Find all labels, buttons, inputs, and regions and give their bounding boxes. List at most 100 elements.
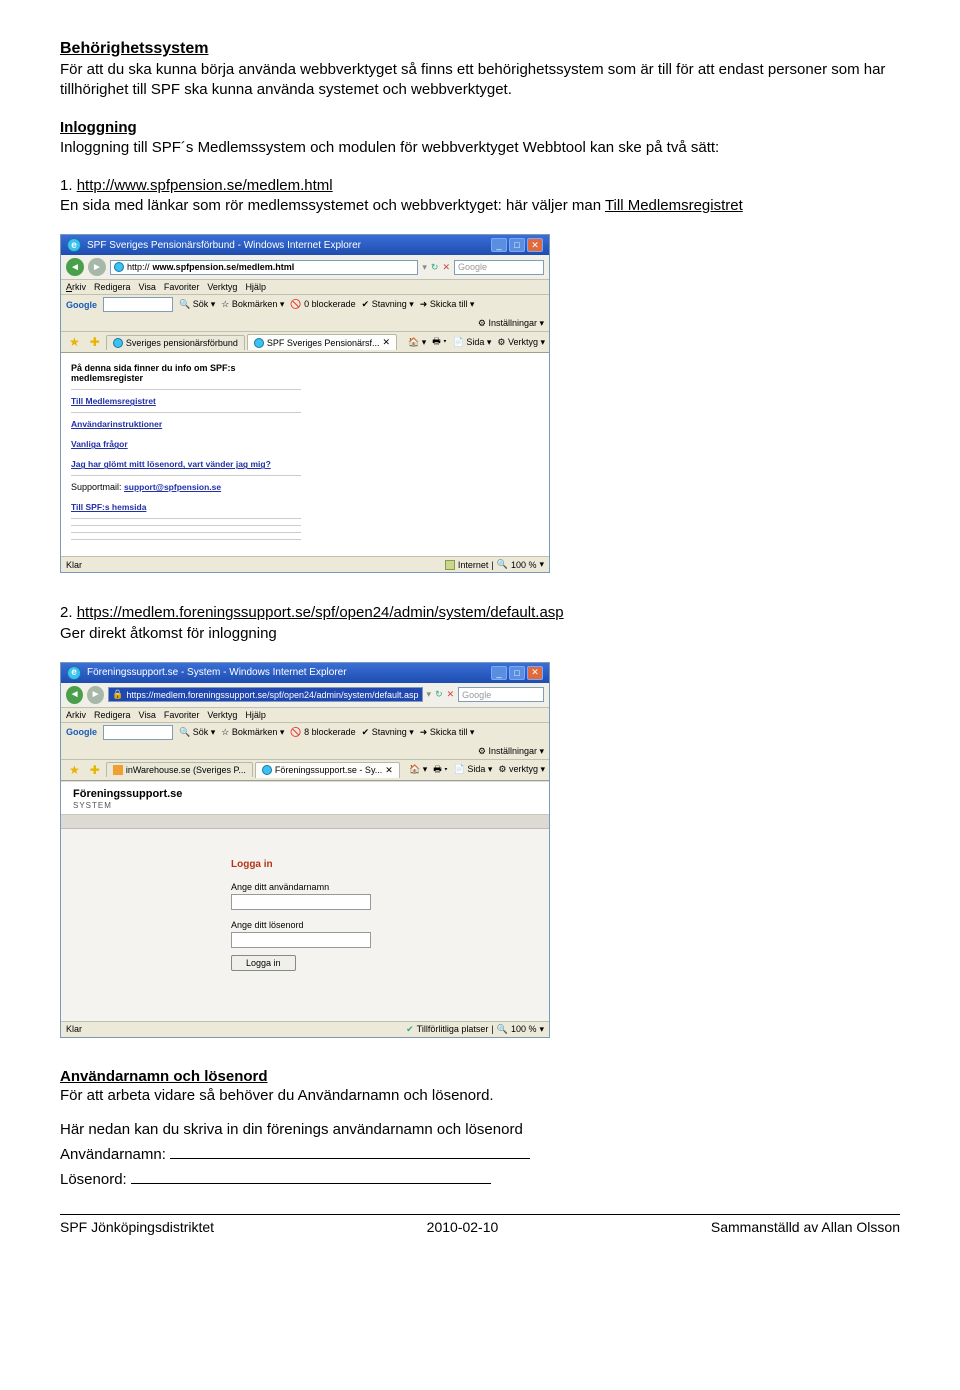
btn-blockerade[interactable]: 🚫 8 blockerade bbox=[290, 727, 355, 738]
menubar[interactable]: Arkiv Redigera Visa Favoriter Verktyg Hj… bbox=[61, 280, 549, 295]
tab-1[interactable]: Sveriges pensionärsförbund bbox=[106, 335, 245, 350]
globe-icon bbox=[445, 560, 455, 570]
status-zone: Internet bbox=[458, 560, 489, 570]
login-button[interactable]: Logga in bbox=[231, 955, 296, 971]
menu-verktyg[interactable]: Verktyg bbox=[207, 282, 237, 292]
page-icon bbox=[114, 262, 124, 272]
btn-sok[interactable]: 🔍 Sök ▾ bbox=[179, 727, 215, 738]
google-search-input[interactable] bbox=[103, 297, 173, 312]
google-label: Google bbox=[66, 727, 97, 737]
panel-heading: På denna sida finner du info om SPF:s me… bbox=[71, 363, 301, 383]
tool-verktyg[interactable]: ⚙ verktyg ▾ bbox=[498, 764, 545, 775]
label-password: Lösenord: bbox=[60, 1171, 127, 1188]
zoom-icon[interactable]: 🔍 bbox=[497, 559, 508, 570]
tab-2[interactable]: Föreningssupport.se - Sy... ✕ bbox=[255, 762, 400, 778]
option-2: 2. https://medlem.foreningssupport.se/sp… bbox=[60, 603, 900, 644]
tool-verktyg[interactable]: ⚙ Verktyg ▾ bbox=[497, 337, 545, 348]
add-favorite-icon[interactable]: ✚ bbox=[86, 763, 104, 777]
maximize-button[interactable]: □ bbox=[509, 666, 525, 680]
address-input[interactable]: http://www.spfpension.se/medlem.html bbox=[110, 260, 418, 275]
menu-redigera[interactable]: Redigera bbox=[94, 282, 131, 292]
btn-skicka[interactable]: ➜ Skicka till ▾ bbox=[420, 727, 475, 738]
menu-redigera[interactable]: Redigera bbox=[94, 710, 131, 720]
menu-hjalp[interactable]: Hjälp bbox=[245, 282, 266, 292]
tool-home-icon[interactable]: 🏠 ▾ bbox=[409, 764, 427, 775]
opt1-num: 1. bbox=[60, 177, 77, 194]
btn-blockerade[interactable]: 🚫 0 blockerade bbox=[290, 299, 355, 310]
tool-sida[interactable]: 📄 Sida ▾ bbox=[454, 764, 493, 775]
btn-skicka[interactable]: ➜ Skicka till ▾ bbox=[420, 299, 475, 310]
tabbar: ★ ✚ inWarehouse.se (Sveriges P... Föreni… bbox=[61, 760, 549, 781]
heading-inloggning: Inloggning bbox=[60, 119, 900, 136]
statusbar: Klar Internet | 🔍 100 % ▾ bbox=[61, 556, 549, 572]
titlebar[interactable]: e SPF Sveriges Pensionärsförbund - Windo… bbox=[61, 235, 549, 255]
tool-print-icon[interactable]: 🖶 ▾ bbox=[432, 334, 446, 350]
link-medlemsregistret[interactable]: Till Medlemsregistret bbox=[71, 396, 156, 406]
back-icon[interactable]: ◄ bbox=[66, 686, 83, 704]
tool-home-icon[interactable]: 🏠 ▾ bbox=[408, 337, 426, 348]
menu-verktyg[interactable]: Verktyg bbox=[207, 710, 237, 720]
row-password: Lösenord: bbox=[60, 1169, 900, 1188]
link-instruktioner[interactable]: Användarinstruktioner bbox=[71, 419, 162, 429]
menubar[interactable]: Arkiv Redigera Visa Favoriter Verktyg Hj… bbox=[61, 708, 549, 723]
minimize-button[interactable]: _ bbox=[491, 238, 507, 252]
zoom-icon[interactable]: 🔍 bbox=[497, 1024, 508, 1035]
google-search-input[interactable] bbox=[103, 725, 173, 740]
back-icon[interactable]: ◄ bbox=[66, 258, 84, 276]
favorites-icon[interactable]: ★ bbox=[65, 763, 84, 777]
menu-arkiv[interactable]: Arkiv bbox=[66, 282, 86, 292]
btn-stavning[interactable]: ✔ Stavning ▾ bbox=[362, 727, 414, 738]
btn-bokmarken[interactable]: ☆ Bokmärken ▾ bbox=[221, 299, 284, 310]
screenshot-1: e SPF Sveriges Pensionärsförbund - Windo… bbox=[60, 234, 550, 573]
search-input[interactable]: Google bbox=[454, 260, 544, 275]
status-zoom: 100 % bbox=[511, 1024, 537, 1034]
tab-1[interactable]: inWarehouse.se (Sveriges P... bbox=[106, 762, 253, 777]
titlebar[interactable]: e Föreningssupport.se - System - Windows… bbox=[61, 663, 549, 683]
menu-arkiv[interactable]: Arkiv bbox=[66, 710, 86, 720]
opt2-url[interactable]: https://medlem.foreningssupport.se/spf/o… bbox=[77, 604, 564, 621]
heading-behorighet: Behörighetssystem bbox=[60, 40, 900, 58]
btn-sok[interactable]: 🔍 Sök ▾ bbox=[179, 299, 215, 310]
footer-left: SPF Jönköpingsdistriktet bbox=[60, 1219, 214, 1235]
link-spf-hemsida[interactable]: Till SPF:s hemsida bbox=[71, 502, 146, 512]
tool-print-icon[interactable]: 🖶 ▾ bbox=[433, 762, 447, 778]
btn-stavning[interactable]: ✔ Stavning ▾ bbox=[362, 299, 414, 310]
menu-favoriter[interactable]: Favoriter bbox=[164, 282, 200, 292]
close-button[interactable]: ✕ bbox=[527, 666, 543, 680]
line-password[interactable] bbox=[131, 1169, 491, 1184]
search-input[interactable]: Google bbox=[458, 687, 544, 702]
label-username: Ange ditt användarnamn bbox=[231, 882, 549, 892]
add-favorite-icon[interactable]: ✚ bbox=[86, 335, 104, 349]
heading-anvandarnamn: Användarnamn och lösenord bbox=[60, 1068, 900, 1085]
option-1: 1. http://www.spfpension.se/medlem.html … bbox=[60, 176, 900, 217]
forward-icon[interactable]: ► bbox=[88, 258, 106, 276]
menu-favoriter[interactable]: Favoriter bbox=[164, 710, 200, 720]
menu-visa[interactable]: Visa bbox=[139, 710, 156, 720]
input-password[interactable] bbox=[231, 932, 371, 948]
para-inloggning: Inloggning till SPF´s Medlemssystem och … bbox=[60, 138, 900, 158]
maximize-button[interactable]: □ bbox=[509, 238, 525, 252]
link-vanliga-fragor[interactable]: Vanliga frågor bbox=[71, 439, 128, 449]
opt1-desc-a: En sida med länkar som rör medlemssystem… bbox=[60, 197, 605, 214]
btn-installningar[interactable]: ⚙ Inställningar ▾ bbox=[478, 746, 544, 757]
line-username[interactable] bbox=[170, 1144, 530, 1159]
input-username[interactable] bbox=[231, 894, 371, 910]
tool-sida[interactable]: 📄 Sida ▾ bbox=[453, 337, 492, 348]
footer-right: Sammanställd av Allan Olsson bbox=[711, 1219, 900, 1235]
tab-2[interactable]: SPF Sveriges Pensionärsf... ✕ bbox=[247, 334, 397, 350]
window-title: Föreningssupport.se - System - Windows I… bbox=[87, 667, 347, 678]
doc-footer: SPF Jönköpingsdistriktet 2010-02-10 Samm… bbox=[60, 1214, 900, 1235]
favorites-icon[interactable]: ★ bbox=[65, 335, 84, 349]
google-toolbar: Google 🔍 Sök ▾ ☆ Bokmärken ▾ 🚫 8 blocker… bbox=[61, 723, 549, 760]
btn-installningar[interactable]: ⚙ Inställningar ▾ bbox=[478, 318, 544, 329]
minimize-button[interactable]: _ bbox=[491, 666, 507, 680]
menu-hjalp[interactable]: Hjälp bbox=[245, 710, 266, 720]
forward-icon[interactable]: ► bbox=[87, 686, 104, 704]
btn-bokmarken[interactable]: ☆ Bokmärken ▾ bbox=[221, 727, 284, 738]
opt1-url[interactable]: http://www.spfpension.se/medlem.html bbox=[77, 177, 333, 194]
link-support-mail[interactable]: support@spfpension.se bbox=[124, 482, 221, 492]
close-button[interactable]: ✕ bbox=[527, 238, 543, 252]
menu-visa[interactable]: Visa bbox=[139, 282, 156, 292]
address-input[interactable]: 🔒 https://medlem.foreningssupport.se/spf… bbox=[108, 687, 422, 702]
link-glomt-losenord[interactable]: Jag har glömt mitt lösenord, vart vänder… bbox=[71, 459, 271, 469]
